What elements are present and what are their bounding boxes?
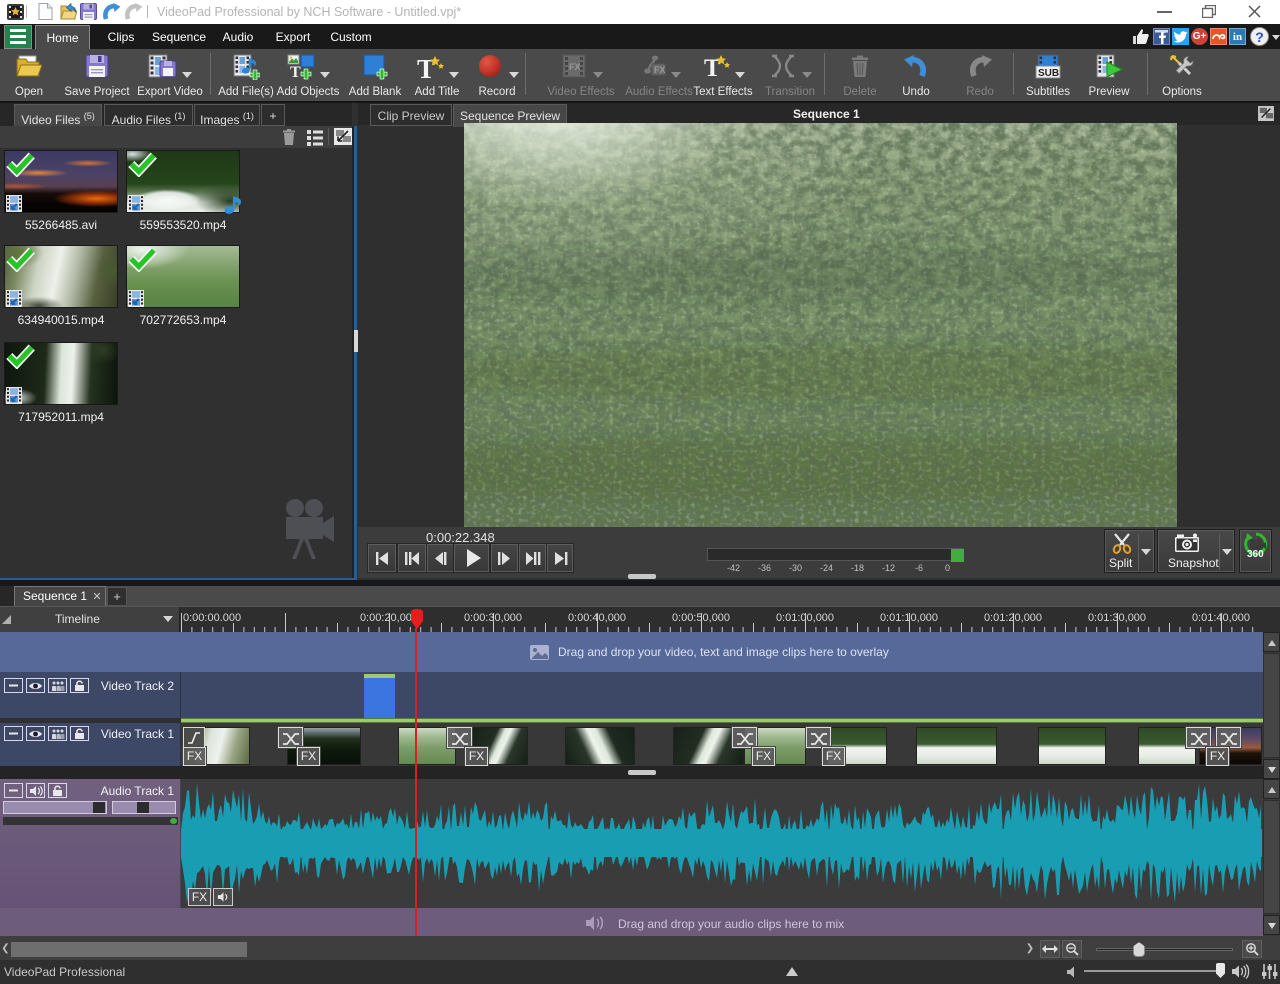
svg-text:0:01:20,000: 0:01:20,000: [984, 612, 1042, 624]
svg-text:0:00:00.000: 0:00:00.000: [183, 612, 241, 624]
svg-text:360: 360: [1247, 549, 1264, 558]
svg-text:T: T: [417, 54, 435, 80]
svg-text:0:00:40,000: 0:00:40,000: [568, 612, 626, 624]
svg-text:0:00:30,000: 0:00:30,000: [464, 612, 522, 624]
svg-text:0:00:50,000: 0:00:50,000: [672, 612, 730, 624]
svg-text:0:01:30,000: 0:01:30,000: [1088, 612, 1146, 624]
svg-text:0:01:40,000: 0:01:40,000: [1192, 612, 1250, 624]
svg-text:SUB: SUB: [1038, 68, 1059, 79]
svg-text:T: T: [290, 64, 301, 80]
svg-text:FX: FX: [569, 62, 581, 72]
svg-text:0:01:10,000: 0:01:10,000: [880, 612, 938, 624]
svg-text:T: T: [704, 55, 721, 78]
svg-text:0:01:00,000: 0:01:00,000: [776, 612, 834, 624]
